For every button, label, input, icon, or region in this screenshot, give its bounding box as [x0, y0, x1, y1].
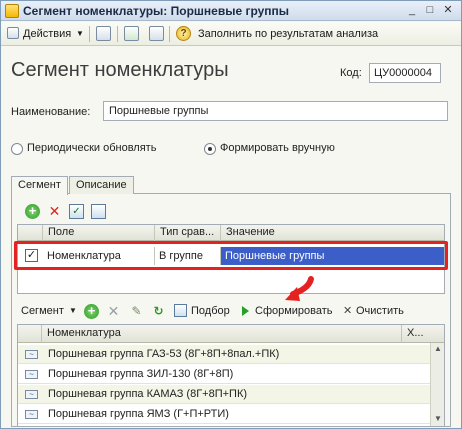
header-compare: Тип срав...	[155, 225, 221, 241]
header-field: Поле	[43, 225, 155, 241]
item-name: Поршневая группа ГАЗ-53 (8Г+8П+8пал.+ПК)	[48, 348, 280, 360]
copy-doc-icon[interactable]	[149, 26, 164, 41]
header-nomenclature: Номенклатура	[42, 325, 402, 343]
clear-button[interactable]: Очистить	[356, 303, 404, 319]
toolbar-separator	[89, 26, 90, 42]
result-table-header: Номенклатура Х...	[18, 325, 444, 343]
list-item[interactable]: ~ Поршневая группа ГАЗ-53 (8Г+8П+8пал.+П…	[18, 345, 430, 364]
segment-window: Сегмент номенклатуры: Поршневые группы _…	[0, 0, 462, 429]
actions-menu-icon	[7, 27, 19, 39]
red-arrow-icon	[285, 276, 314, 301]
page-title: Сегмент номенклатуры	[11, 59, 229, 81]
list-item[interactable]: ~ Поршневая группа КАМАЗ (8Г+8П+ПК)	[18, 385, 430, 404]
delete-icon[interactable]: ✕	[106, 304, 121, 319]
radio-periodic-update[interactable]	[11, 143, 23, 155]
header-value: Значение	[226, 226, 275, 238]
header-check	[18, 225, 43, 241]
radio-periodic-label[interactable]: Периодически обновлять	[27, 142, 156, 154]
result-table: Номенклатура Х... ~ Поршневая группа ГАЗ…	[17, 324, 445, 427]
tab-segment[interactable]: Сегмент	[11, 176, 68, 195]
write-icon[interactable]	[96, 26, 111, 41]
main-toolbar: Действия ▼ ? Заполнить по результатам ан…	[1, 22, 461, 46]
clear-icon: ✕	[343, 305, 353, 317]
segment-menu-button[interactable]: Сегмент	[21, 303, 64, 319]
play-icon	[242, 306, 249, 316]
list-item[interactable]: ~ Поршневая группа ЯМЗ (Г+П+РТИ)	[18, 405, 430, 424]
chevron-down-icon[interactable]: ▼	[76, 25, 84, 43]
minimize-icon[interactable]: _	[405, 4, 419, 18]
toolbar-separator	[117, 26, 118, 42]
actions-menu-button[interactable]: Действия	[23, 25, 71, 43]
add-icon[interactable]: +	[25, 204, 40, 219]
radio-manual-label[interactable]: Формировать вручную	[220, 142, 335, 154]
radio-form-manually[interactable]	[204, 143, 216, 155]
help-icon[interactable]: ?	[176, 26, 191, 41]
row-item-icon: ~	[25, 350, 38, 359]
select-icon	[174, 304, 187, 317]
add-icon[interactable]: +	[84, 304, 99, 319]
tab-strip: Сегмент Описание	[11, 176, 451, 195]
check-all-icon[interactable]: ✓	[69, 204, 84, 219]
app-icon	[5, 4, 19, 18]
row-item-icon: ~	[25, 370, 38, 379]
item-name: Поршневая группа КАМАЗ (8Г+8П+ПК)	[48, 388, 248, 400]
tab-description[interactable]: Описание	[69, 176, 134, 194]
close-icon[interactable]: ✕	[441, 4, 455, 18]
highlight-frame	[14, 241, 448, 270]
delete-icon[interactable]: ✕	[47, 204, 62, 219]
code-label: Код:	[340, 67, 362, 79]
uncheck-all-icon[interactable]	[91, 204, 106, 219]
name-field[interactable]: Поршневые группы	[103, 101, 448, 121]
select-button[interactable]: Подбор	[191, 303, 230, 319]
fill-by-analysis-button[interactable]: Заполнить по результатам анализа	[198, 25, 378, 43]
list-item[interactable]: ~ Поршневая группа ЗИЛ-130 (8Г+8П)	[18, 365, 430, 384]
maximize-icon[interactable]: □	[423, 4, 437, 18]
refresh-icon[interactable]	[124, 26, 139, 41]
filter-table-header: Поле Тип срав... Значение	[18, 225, 444, 241]
vertical-scrollbar[interactable]: ▲ ▼	[430, 343, 444, 426]
refresh-icon[interactable]: ↻	[151, 304, 166, 319]
scroll-down-icon[interactable]: ▼	[434, 415, 442, 423]
code-field[interactable]: ЦУ0000004	[369, 63, 441, 83]
scroll-up-icon[interactable]: ▲	[434, 345, 442, 353]
header-icon-col	[18, 325, 42, 343]
row-item-icon: ~	[25, 410, 38, 419]
row-item-icon: ~	[25, 390, 38, 399]
item-name: Поршневая группа ЯМЗ (Г+П+РТИ)	[48, 408, 229, 420]
item-name: Поршневая группа ЗИЛ-130 (8Г+8П)	[48, 368, 234, 380]
chevron-down-icon[interactable]: ▼	[69, 303, 77, 319]
toolbar-separator	[169, 26, 170, 42]
header-extra: Х...	[407, 327, 424, 339]
name-label: Наименование:	[11, 106, 91, 118]
title-bar: Сегмент номенклатуры: Поршневые группы _…	[1, 1, 461, 21]
window-title: Сегмент номенклатуры: Поршневые группы	[23, 4, 290, 18]
edit-icon[interactable]: ✎	[129, 304, 144, 319]
